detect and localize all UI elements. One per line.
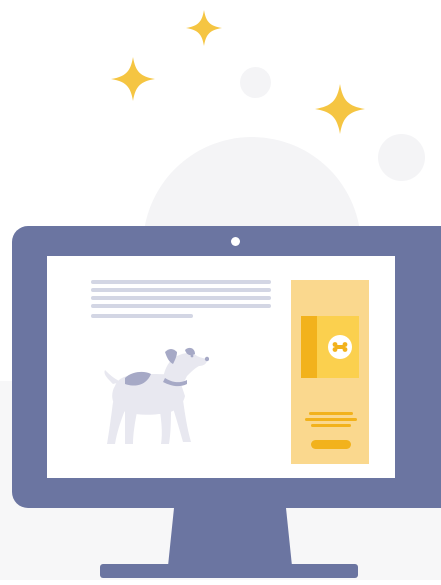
panel-stripe — [311, 424, 351, 427]
sparkle-icon — [111, 57, 155, 101]
background-dot-small — [240, 67, 271, 98]
monitor-stand — [100, 508, 360, 580]
bone-icon — [327, 334, 353, 365]
text-line — [91, 288, 271, 292]
webcam-dot — [231, 237, 240, 246]
text-line — [91, 304, 271, 308]
monitor-screen — [47, 256, 395, 478]
product-panel — [291, 280, 369, 464]
sparkle-icon — [315, 84, 365, 134]
text-line — [91, 280, 271, 284]
sparkle-icon — [186, 10, 222, 46]
background-dot-large — [378, 134, 425, 181]
dog-icon — [99, 344, 210, 455]
text-line — [91, 314, 193, 318]
text-line — [91, 296, 271, 300]
panel-stripe — [305, 418, 357, 421]
panel-stripe — [309, 412, 353, 415]
panel-button — [311, 440, 351, 449]
